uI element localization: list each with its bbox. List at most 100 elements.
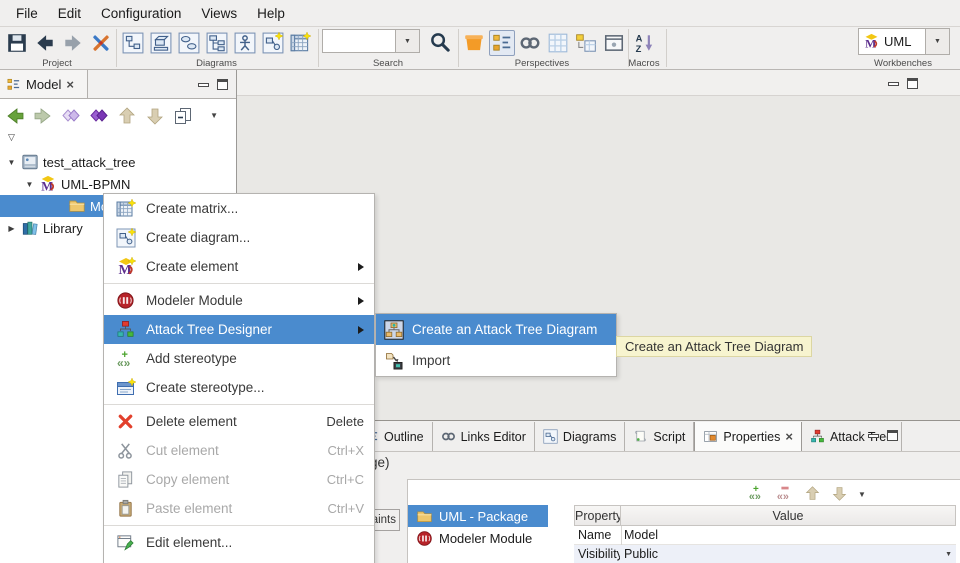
- menu-item-edit-element[interactable]: Edit element...: [104, 528, 374, 557]
- search-input[interactable]: [322, 29, 402, 53]
- selected-elements-button[interactable]: [88, 103, 110, 129]
- list-item-uml-package[interactable]: UML - Package: [408, 505, 548, 527]
- tree-item-project[interactable]: ▼ test_attack_tree: [0, 151, 236, 173]
- save-button[interactable]: [4, 30, 30, 56]
- deployment-diagram-button[interactable]: [148, 30, 174, 56]
- move-up-button[interactable]: [804, 485, 821, 502]
- new-element-icon: [115, 257, 136, 277]
- expander-open-icon[interactable]: ▼: [6, 158, 17, 167]
- column-header-property: Property: [574, 505, 621, 526]
- navigate-forward-button[interactable]: [32, 103, 54, 129]
- move-up-button[interactable]: [116, 103, 138, 129]
- minimize-icon[interactable]: [888, 82, 899, 86]
- filter-dropdown-icon[interactable]: ▽: [8, 132, 15, 143]
- search-button[interactable]: [427, 29, 453, 55]
- menu-item-create-diagram[interactable]: Create diagram...: [104, 223, 374, 252]
- macros-group-label: Macros: [618, 58, 670, 69]
- tab-diagrams[interactable]: Diagrams: [535, 422, 626, 451]
- menu-item-attack-tree-designer[interactable]: Attack Tree Designer: [104, 315, 374, 344]
- menu-item-delete-element[interactable]: Delete element Delete: [104, 407, 374, 436]
- menu-help[interactable]: Help: [247, 2, 295, 25]
- tree-item-uml-bpmn[interactable]: ▼ UML-BPMN: [0, 173, 236, 195]
- links-icon: [441, 429, 456, 444]
- remove-stereotype-button[interactable]: [776, 484, 794, 502]
- menu-item-copy-element[interactable]: Copy element Ctrl+C: [104, 465, 374, 494]
- perspectives-group-label: Perspectives: [458, 58, 626, 69]
- tab-script[interactable]: Script: [625, 422, 694, 451]
- menu-item-create-element[interactable]: Create element: [104, 252, 374, 281]
- value-dropdown-icon[interactable]: ▼: [945, 551, 952, 558]
- menu-file[interactable]: File: [6, 2, 48, 25]
- tab-properties[interactable]: Properties ×: [694, 422, 802, 451]
- menu-shortcut: Ctrl+V: [328, 501, 364, 516]
- menu-item-paste-element[interactable]: Paste element Ctrl+V: [104, 494, 374, 523]
- window-perspective-button[interactable]: [601, 30, 627, 56]
- menu-item-cut-element[interactable]: Cut element Ctrl+X: [104, 436, 374, 465]
- submenu-item-import[interactable]: Import: [376, 345, 616, 376]
- property-value-cell[interactable]: Model: [620, 526, 956, 545]
- menu-item-create-matrix[interactable]: Create matrix...: [104, 194, 374, 223]
- workbench-selector[interactable]: UML ▼: [858, 28, 950, 55]
- diagrams-icon: [543, 429, 558, 444]
- menu-item-label: Create diagram...: [146, 230, 250, 245]
- properties-table: Property Value Name Model Visibility Pub…: [574, 505, 956, 563]
- project-group-label: Project: [0, 58, 114, 69]
- menu-item-partial[interactable]: [104, 557, 374, 563]
- configure-button[interactable]: [88, 30, 114, 56]
- model-explorer-perspective-button[interactable]: [461, 30, 487, 56]
- expander-closed-icon[interactable]: ▶: [6, 224, 17, 233]
- workbench-dropdown-button[interactable]: ▼: [925, 29, 949, 54]
- tab-label: Outline: [384, 430, 424, 444]
- model-panel-header: Model ×: [0, 70, 236, 99]
- search-dropdown-button[interactable]: ▼: [395, 29, 420, 53]
- menu-views[interactable]: Views: [191, 2, 247, 25]
- tab-links-editor[interactable]: Links Editor: [433, 422, 535, 451]
- navigate-back-button[interactable]: [4, 103, 26, 129]
- submenu-arrow-icon: [358, 263, 364, 271]
- list-item-modeler-module[interactable]: Modeler Module: [408, 527, 548, 549]
- add-stereotype-button[interactable]: [748, 484, 766, 502]
- submenu-item-create-attack-tree-diagram[interactable]: Create an Attack Tree Diagram: [376, 314, 616, 345]
- menu-item-label: Add stereotype: [146, 351, 237, 366]
- menu-item-label: Delete element: [146, 414, 237, 429]
- view-menu-icon[interactable]: ▼: [210, 112, 218, 120]
- minimize-icon[interactable]: [868, 434, 879, 438]
- project-group: [4, 30, 114, 56]
- maximize-icon[interactable]: [887, 430, 898, 441]
- redo-button[interactable]: [60, 30, 86, 56]
- composite-diagram-button[interactable]: [204, 30, 230, 56]
- close-icon[interactable]: ×: [66, 78, 74, 91]
- property-value-cell[interactable]: Public: [620, 545, 956, 563]
- move-down-button[interactable]: [144, 103, 166, 129]
- related-elements-button[interactable]: [60, 103, 82, 129]
- grid-perspective-button[interactable]: [545, 30, 571, 56]
- menu-item-modeler-module[interactable]: Modeler Module: [104, 286, 374, 315]
- menu-configuration[interactable]: Configuration: [91, 2, 191, 25]
- maximize-icon[interactable]: [907, 78, 918, 89]
- usecase-diagram-button[interactable]: [176, 30, 202, 56]
- script-icon: [633, 429, 648, 444]
- menu-item-add-stereotype[interactable]: Add stereotype: [104, 344, 374, 373]
- toolbar-separator: [666, 29, 667, 67]
- new-diagram-icon: [115, 228, 136, 248]
- minimize-icon[interactable]: [198, 83, 209, 87]
- links-perspective-button[interactable]: [517, 30, 543, 56]
- new-matrix-button[interactable]: [288, 30, 314, 56]
- move-down-button[interactable]: [831, 485, 848, 502]
- view-menu-icon[interactable]: ▼: [858, 491, 866, 499]
- tree-form-perspective-button[interactable]: [573, 30, 599, 56]
- menu-edit[interactable]: Edit: [48, 2, 91, 25]
- expander-open-icon[interactable]: ▼: [24, 180, 35, 189]
- tree-perspective-button[interactable]: [489, 30, 515, 56]
- workbench-value: UML: [884, 34, 911, 49]
- menu-item-create-stereotype[interactable]: Create stereotype...: [104, 373, 374, 402]
- close-icon[interactable]: ×: [785, 430, 793, 443]
- maximize-icon[interactable]: [217, 79, 228, 90]
- undo-button[interactable]: [32, 30, 58, 56]
- actor-diagram-button[interactable]: [232, 30, 258, 56]
- new-diagram-button[interactable]: [260, 30, 286, 56]
- collapse-all-button[interactable]: [172, 103, 194, 129]
- tab-model[interactable]: Model ×: [0, 70, 88, 98]
- sort-az-macro-button[interactable]: [632, 30, 658, 56]
- class-diagram-button[interactable]: [120, 30, 146, 56]
